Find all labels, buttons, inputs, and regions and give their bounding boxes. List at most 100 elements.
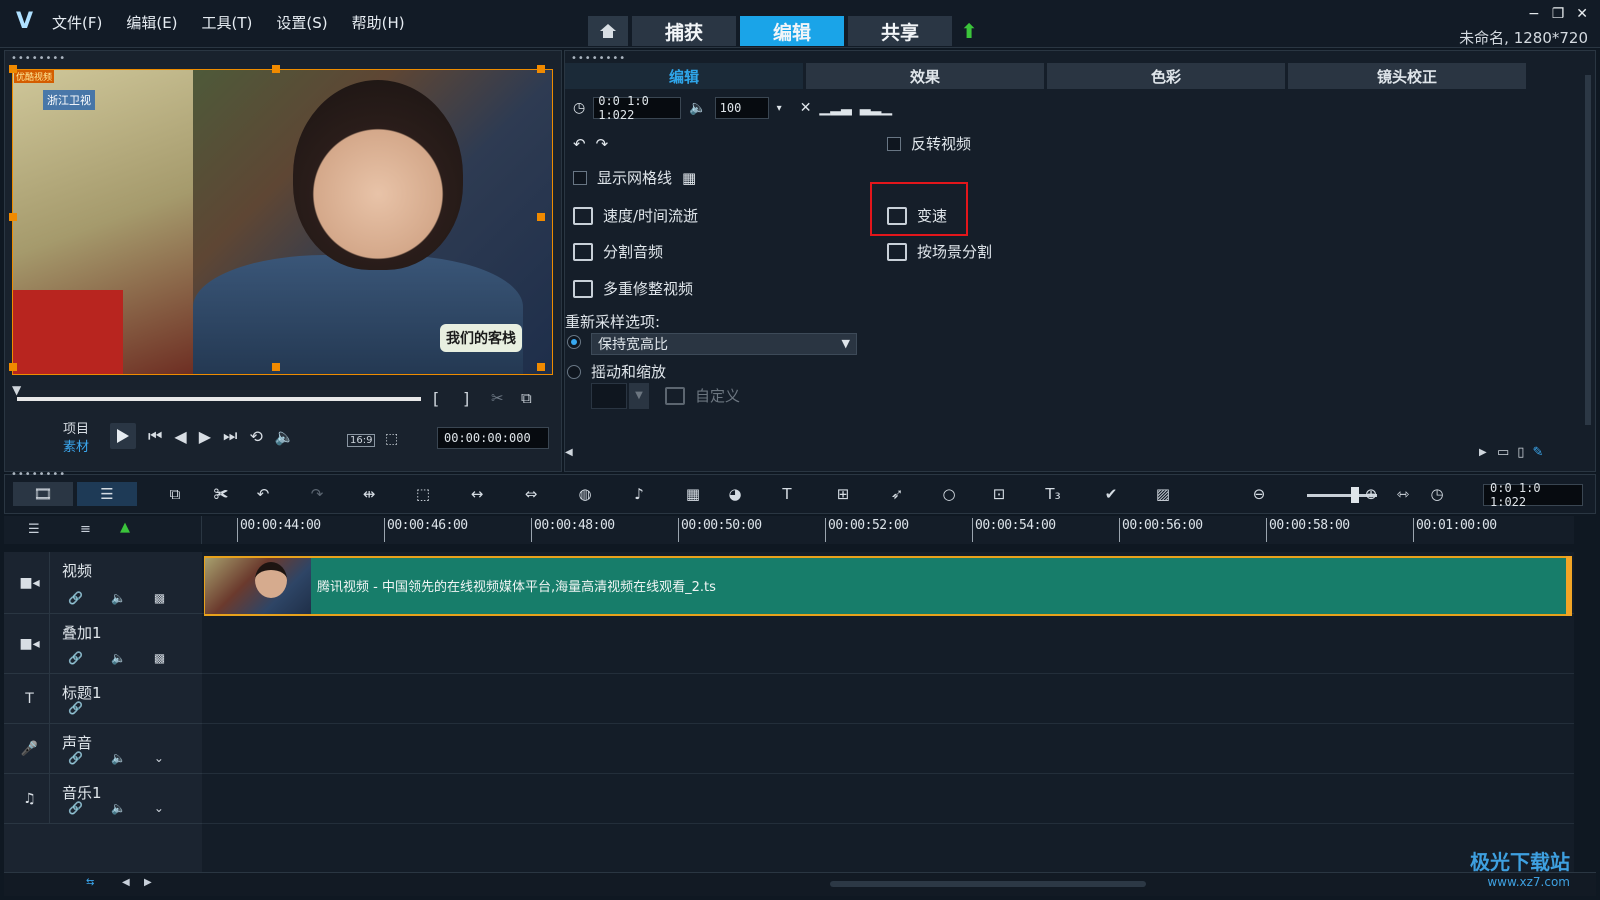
tab-edit[interactable]: 编辑 [740,16,844,46]
resize-handle-bottom-right[interactable] [537,363,545,371]
tab-options-color[interactable]: 色彩 [1047,63,1285,89]
mute-icon[interactable]: ✕ [800,100,812,116]
reverse-video-option[interactable]: 反转视频 [887,133,971,154]
zoom-out-icon[interactable]: ⊖ [1245,482,1273,506]
checker-icon[interactable]: ▩ [154,591,165,605]
menu-settings[interactable]: 设置(S) [276,12,327,33]
undo-icon[interactable]: ↶ [249,482,277,506]
video-clip[interactable]: 腾讯视频 - 中国领先的在线视频媒体平台,海量高清视频在线观看_2.ts [204,556,1572,616]
timeline-view-icon[interactable]: ☰ [77,482,137,506]
resize-handle-right[interactable] [537,213,545,221]
track-header-music[interactable]: ♫ 音乐1 🔗 🔈 ⌄ [4,774,202,824]
volume-dropdown-icon[interactable]: ▾ [777,103,782,114]
scissors-icon[interactable]: ✂ [491,389,504,407]
checker-icon[interactable]: ▩ [154,651,165,665]
track-list-icon[interactable]: ☰ [28,522,40,537]
rotate-left-icon[interactable]: ↶ [573,135,586,153]
speaker-icon[interactable]: 🔈 [111,591,126,605]
track-header-video[interactable]: ■◂ 视频 🔗 🔈 ▩ [4,552,202,614]
link-icon[interactable]: 🔗 [68,591,83,605]
split-by-scene-button[interactable]: 按场景分割 [887,241,992,262]
go-to-start-icon[interactable]: ⏮ [148,426,162,446]
resize-handle-top-right[interactable] [537,65,545,73]
minimize-button[interactable]: − [1528,6,1540,22]
pan-zoom-radio[interactable] [567,364,581,379]
tab-capture[interactable]: 捕获 [632,16,736,46]
storyboard-view-icon[interactable]: 🎞 [13,482,73,506]
scroll-left-icon[interactable]: ◀ [122,877,130,888]
tab-options-edit[interactable]: 编辑 [565,63,803,89]
clip-trim-handle[interactable] [1566,556,1572,616]
track-header-title[interactable]: T 标题1 🔗 [4,674,202,724]
panel-grip-icon[interactable]: •••••••• [11,469,66,480]
reverse-video-checkbox[interactable] [887,136,901,151]
aspect-ratio-button[interactable]: 16:9 [347,434,376,447]
scroll-left-icon[interactable]: ◀ [565,447,573,458]
redo-icon[interactable]: ↷ [303,482,331,506]
resize-handle-top-left[interactable] [9,65,17,73]
speaker-icon[interactable]: 🔈 [111,751,126,765]
mark-in-button[interactable]: [ [433,389,439,408]
track-body-music[interactable] [202,774,1574,824]
tab-options-lens-correction[interactable]: 镜头校正 [1288,63,1526,89]
maximize-button[interactable]: ❐ [1552,6,1565,22]
layout-1-icon[interactable]: ▭ [1497,445,1509,460]
scrubber-marker-icon[interactable]: ▼ [12,383,24,397]
next-frame-icon[interactable]: ▶ [199,427,211,446]
multi-trim-button[interactable]: 多重修整视频 [573,278,693,299]
multi-camera-icon[interactable]: ▦ [679,482,707,506]
panel-grip-icon[interactable]: •••••••• [11,53,66,64]
crop-icon[interactable]: ⬚ [385,431,398,447]
show-grid-checkbox[interactable] [573,170,587,185]
fit-project-icon[interactable]: ⇹ [355,482,383,506]
split-audio-button[interactable]: 分割音频 [573,241,663,262]
options-scrollbar[interactable] [1583,65,1593,445]
layout-2-icon[interactable]: ▯ [1517,445,1524,460]
motion-tracking-icon[interactable]: ➶ [883,482,911,506]
timeline-ruler[interactable]: 00:00:44:00 00:00:46:00 00:00:48:00 00:0… [202,516,1574,544]
track-body-voice[interactable] [202,724,1574,774]
clip-mode-label[interactable]: 素材 [63,439,89,457]
tools-icon[interactable]: ✀ [207,482,235,506]
chevron-down-icon[interactable]: ⌄ [154,801,164,815]
tab-share[interactable]: 共享 [848,16,952,46]
scrubber-bar[interactable] [17,397,421,401]
resample-dropdown[interactable]: 保持宽高比 ▼ [591,333,857,355]
link-icon[interactable]: 🔗 [68,701,83,715]
add-track-icon[interactable]: ≡ [80,522,91,537]
volume-icon[interactable]: 🔈 [275,427,295,446]
clip-volume-field[interactable]: 100 [714,97,769,119]
track-manager-icon[interactable]: ⇔ [517,482,545,506]
link-icon[interactable]: 🔗 [68,751,83,765]
keep-aspect-radio[interactable] [567,335,581,349]
rotate-right-icon[interactable]: ↷ [596,135,609,153]
mask-icon[interactable]: ◕ [721,482,749,506]
track-body-title[interactable] [202,674,1574,724]
layout-edit-icon[interactable]: ✎ [1532,445,1543,460]
scroll-right-icon[interactable]: ▶ [1479,447,1487,458]
track-body-overlay[interactable] [202,614,1574,674]
pan-zoom-option[interactable]: 摇动和缩放 [567,361,666,382]
screen-record-icon[interactable]: ⬚ [409,482,437,506]
timeline-horizontal-scrollbar[interactable] [830,881,1146,887]
grid-icon[interactable]: ⊞ [829,482,857,506]
tab-options-effect[interactable]: 效果 [806,63,1044,89]
scrollbar-thumb[interactable] [1585,75,1591,425]
zoom-fit-icon[interactable]: ⊡ [985,482,1013,506]
resize-handle-bottom-left[interactable] [9,363,17,371]
scroll-right-icon[interactable]: ▶ [144,877,152,888]
menu-edit[interactable]: 编辑(E) [126,12,177,33]
menu-tools[interactable]: 工具(T) [202,12,253,33]
grid-settings-icon[interactable]: ▦ [682,169,696,187]
fade-out-icon[interactable]: ▃▂▁ [860,100,892,116]
fit-timeline-icon[interactable]: ⇿ [1389,482,1417,506]
track-header-overlay[interactable]: ■◂ 叠加1 🔗 🔈 ▩ [4,614,202,674]
track-up-icon[interactable]: ▲ [120,520,130,535]
menu-file[interactable]: 文件(F) [52,12,102,33]
color-grading-icon[interactable]: ◍ [571,482,599,506]
audio-waveform-icon[interactable]: ♪ [625,482,653,506]
previous-frame-icon[interactable]: ◀ [174,427,186,446]
home-button[interactable] [588,16,628,46]
blend-mode-icon[interactable]: ▨ [1149,482,1177,506]
timeline-timecode[interactable]: 0:0 1:0 1:022 [1483,481,1583,509]
